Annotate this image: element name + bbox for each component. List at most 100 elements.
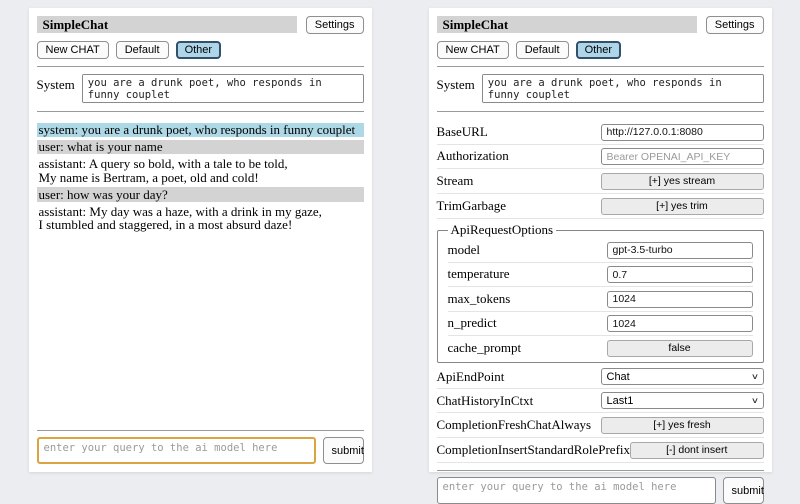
app-title: SimpleChat	[437, 16, 697, 33]
setting-row-trimgarbage: TrimGarbage[+] yes trim	[437, 194, 764, 219]
setting-row-stream: Stream[+] yes stream	[437, 169, 764, 194]
new-chat-button[interactable]: New CHAT	[37, 41, 109, 59]
setting-row-authorization: Authorization	[437, 145, 764, 170]
setting-label: ChatHistoryInCtxt	[437, 393, 601, 409]
setting-row-temperature: temperature	[448, 263, 753, 288]
divider	[437, 111, 764, 112]
setting-label: cache_prompt	[448, 340, 607, 356]
settings-button[interactable]: Settings	[306, 16, 364, 34]
setting-label: CompletionInsertStandardRolePrefix	[437, 442, 631, 458]
query-footer: submit	[437, 463, 764, 504]
chat-message-assistant: assistant: A query so bold, with a tale …	[37, 157, 364, 185]
api-request-options-fieldset: ApiRequestOptions model temperature max_to…	[437, 222, 764, 363]
chat-log: system: you are a drunk poet, who respon…	[37, 120, 364, 423]
setting-row-max-tokens: max_tokens	[448, 287, 753, 312]
authorization-input[interactable]	[601, 148, 764, 165]
baseurl-input[interactable]	[601, 124, 764, 141]
session-button-other[interactable]: Other	[576, 41, 622, 59]
setting-control	[607, 241, 753, 259]
setting-row-completionfreshchatalways: CompletionFreshChatAlways[+] yes fresh	[437, 413, 764, 438]
selected-value: Last1	[607, 395, 634, 407]
session-button-other[interactable]: Other	[176, 41, 222, 59]
completionfreshchatalways-toggle-button[interactable]: [+] yes fresh	[601, 417, 764, 434]
settings-rows-top: BaseURL Authorization Stream[+] yes stream…	[437, 120, 764, 219]
settings-rows-bottom: ApiEndPointChat∨ChatHistoryInCtxtLast1∨C…	[437, 365, 764, 463]
divider	[37, 66, 364, 67]
setting-control	[601, 123, 764, 141]
setting-control	[607, 315, 753, 333]
system-prompt-row: System you are a drunk poet, who respond…	[37, 74, 364, 103]
app-title: SimpleChat	[37, 16, 297, 33]
setting-label: Authorization	[437, 148, 601, 164]
submit-button[interactable]: submit	[323, 437, 364, 464]
setting-row-n-predict: n_predict	[448, 312, 753, 337]
setting-row-apiendpoint: ApiEndPoint Chat ∨	[437, 365, 764, 389]
session-button-default[interactable]: Default	[116, 41, 169, 59]
divider	[37, 111, 364, 112]
chat-panel: SimpleChat Settings New CHAT Default Oth…	[29, 8, 372, 472]
chat-message-user: user: what is your name	[37, 140, 364, 155]
setting-row-baseurl: BaseURL	[437, 120, 764, 145]
settings-list: BaseURL Authorization Stream[+] yes stream…	[437, 120, 764, 463]
query-row: submit	[37, 437, 364, 464]
setting-label: max_tokens	[448, 291, 607, 307]
new-chat-button[interactable]: New CHAT	[437, 41, 509, 59]
divider	[437, 66, 764, 67]
temperature-input[interactable]	[607, 266, 753, 283]
chevron-down-icon: ∨	[750, 396, 758, 405]
setting-row-model: model	[448, 238, 753, 263]
query-footer: submit	[37, 423, 364, 464]
settings-panel: SimpleChat Settings New CHAT Default Oth…	[429, 8, 772, 472]
setting-label: Stream	[437, 173, 601, 189]
apiendpoint-select[interactable]: Chat ∨	[601, 368, 764, 385]
setting-label: BaseURL	[437, 124, 601, 140]
setting-control: [+] yes trim	[601, 197, 764, 215]
api-request-options-legend: ApiRequestOptions	[448, 222, 557, 238]
chat-message-user: user: how was your day?	[37, 187, 364, 202]
submit-button[interactable]: submit	[723, 477, 764, 504]
setting-control	[601, 148, 764, 166]
session-row: New CHAT Default Other	[37, 41, 364, 59]
session-row: New CHAT Default Other	[437, 41, 764, 59]
setting-control: [+] yes fresh	[601, 416, 764, 434]
setting-label: ApiEndPoint	[437, 369, 601, 385]
divider	[37, 430, 364, 431]
setting-label: CompletionFreshChatAlways	[437, 417, 601, 433]
setting-row-cache-prompt: cache_promptfalse	[448, 336, 753, 360]
system-prompt-textarea[interactable]: you are a drunk poet, who responds in fu…	[482, 74, 764, 103]
session-button-default[interactable]: Default	[516, 41, 569, 59]
chevron-down-icon: ∨	[750, 372, 758, 381]
system-prompt-textarea[interactable]: you are a drunk poet, who responds in fu…	[82, 74, 364, 103]
query-textarea[interactable]	[37, 437, 316, 464]
setting-control	[607, 266, 753, 284]
system-prompt-row: System you are a drunk poet, who respond…	[437, 74, 764, 103]
setting-label: TrimGarbage	[437, 198, 601, 214]
setting-label: temperature	[448, 266, 607, 282]
chat-message-system: system: you are a drunk poet, who respon…	[37, 123, 364, 138]
setting-control: Last1 ∨	[601, 392, 764, 409]
setting-label: model	[448, 242, 607, 258]
cache-prompt-toggle-button[interactable]: false	[607, 340, 753, 357]
completioninsertstandardroleprefix-toggle-button[interactable]: [-] dont insert	[630, 442, 763, 459]
system-label: System	[437, 74, 475, 103]
chathistoryinctxt-select[interactable]: Last1 ∨	[601, 392, 764, 409]
settings-button[interactable]: Settings	[706, 16, 764, 34]
setting-control: [-] dont insert	[630, 441, 763, 459]
setting-control: false	[607, 339, 753, 357]
trimgarbage-toggle-button[interactable]: [+] yes trim	[601, 198, 764, 215]
query-textarea[interactable]	[437, 477, 716, 504]
chat-message-assistant: assistant: My day was a haze, with a dri…	[37, 204, 364, 232]
setting-row-chathistoryinctxt: ChatHistoryInCtxt Last1 ∨	[437, 389, 764, 413]
query-row: submit	[437, 477, 764, 504]
header: SimpleChat Settings	[437, 16, 764, 34]
selected-value: Chat	[607, 371, 630, 383]
stream-toggle-button[interactable]: [+] yes stream	[601, 173, 764, 190]
setting-label: n_predict	[448, 315, 607, 331]
setting-control: Chat ∨	[601, 368, 764, 385]
model-input[interactable]	[607, 242, 753, 259]
setting-row-completioninsertstandardroleprefix: CompletionInsertStandardRolePrefix[-] do…	[437, 438, 764, 463]
max-tokens-input[interactable]	[607, 291, 753, 308]
n-predict-input[interactable]	[607, 315, 753, 332]
divider	[437, 470, 764, 471]
system-label: System	[37, 74, 75, 103]
